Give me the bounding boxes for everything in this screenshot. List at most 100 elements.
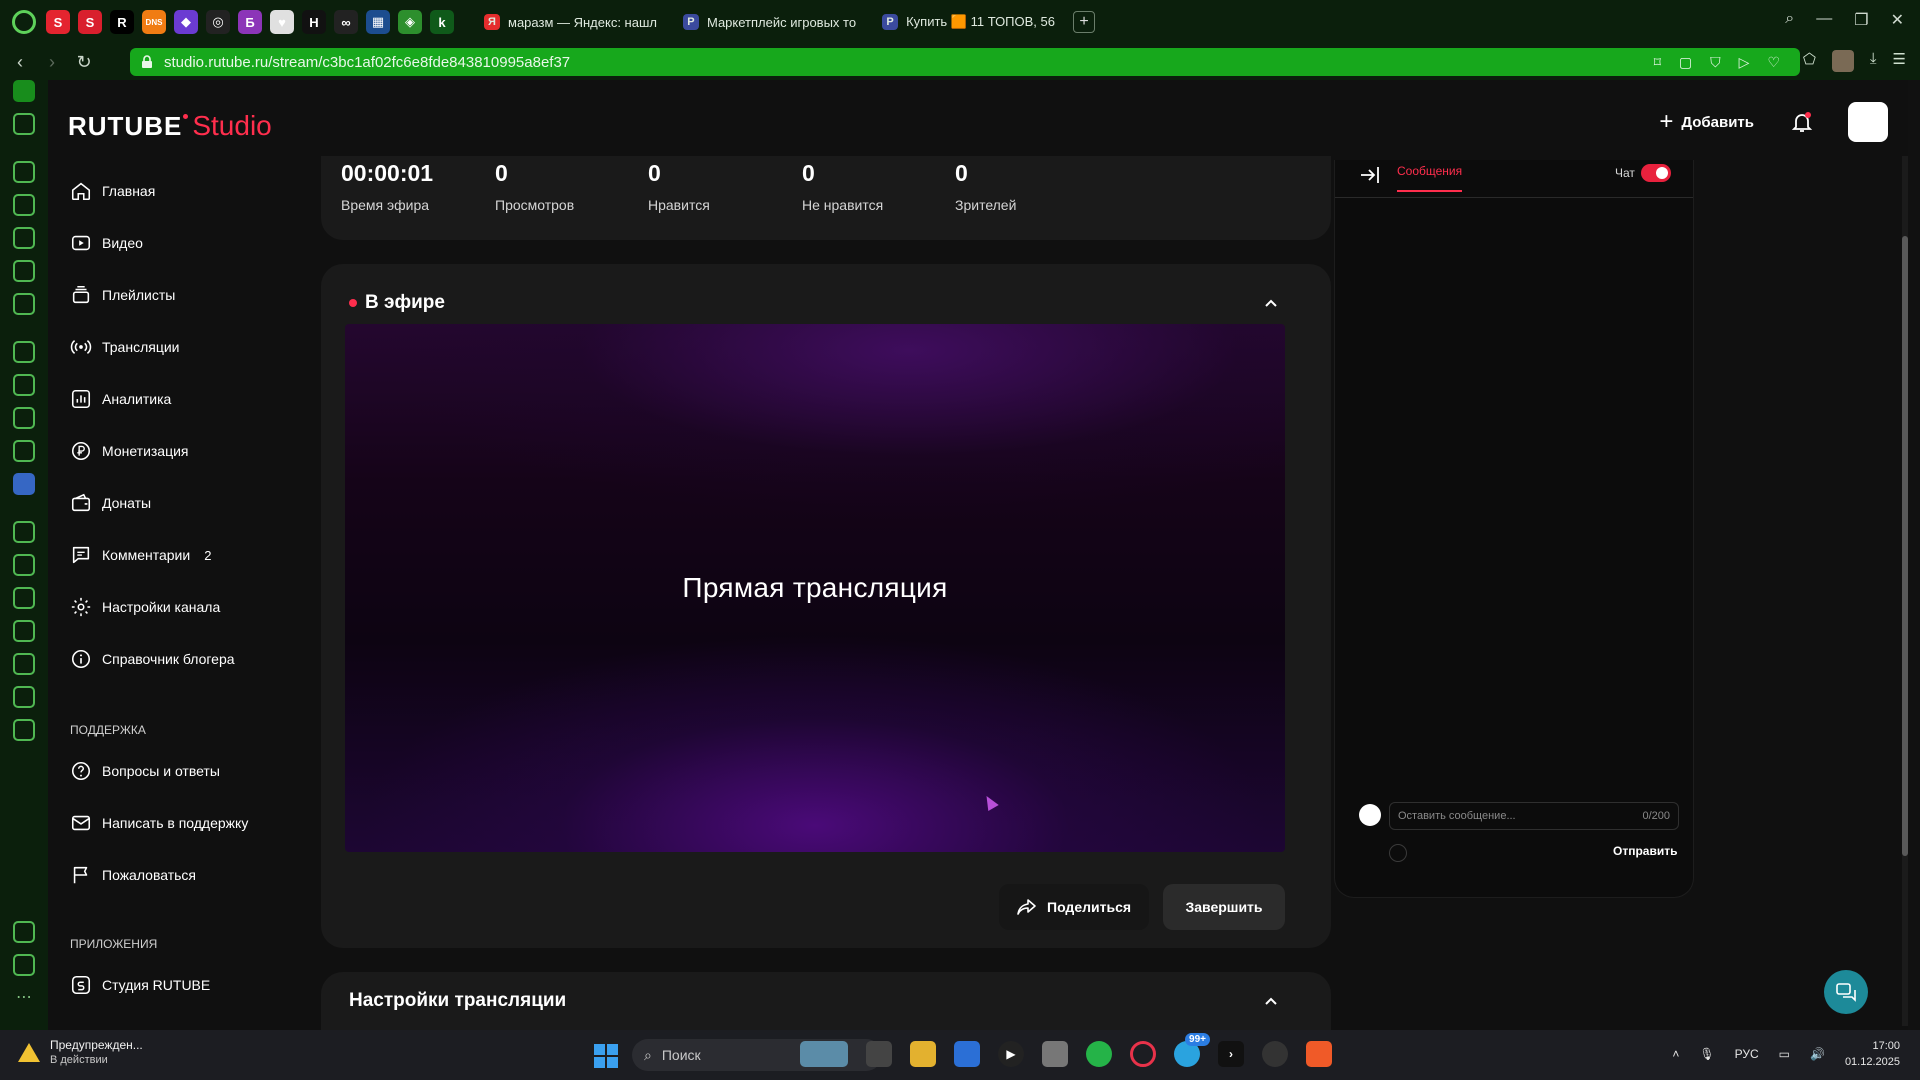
brave-icon[interactable] xyxy=(1306,1041,1332,1067)
s-red-icon[interactable]: S xyxy=(46,10,70,34)
scrollbar-thumb[interactable] xyxy=(1902,236,1908,856)
chat-toggle[interactable] xyxy=(1641,164,1671,182)
b-icon[interactable]: Б xyxy=(238,10,262,34)
whatsapp-icon[interactable] xyxy=(13,407,35,429)
language-indicator[interactable]: РУС xyxy=(1735,1047,1759,1061)
search-tabs-icon[interactable]: ⌕ xyxy=(1785,10,1794,30)
photos-icon[interactable] xyxy=(1042,1041,1068,1067)
more-icon[interactable]: ⋯ xyxy=(13,987,35,1009)
minimize-icon[interactable]: — xyxy=(1816,10,1832,30)
opera-taskbar-icon[interactable] xyxy=(1130,1041,1156,1067)
settings-title[interactable]: Настройки трансляции xyxy=(349,990,566,1012)
sidebar-item-mail[interactable]: Написать в поддержку xyxy=(48,797,278,849)
gx-icon[interactable] xyxy=(13,954,35,976)
chat-message-input[interactable]: Оставить сообщение... 0/200 xyxy=(1389,802,1679,830)
weather-alert[interactable]: Предупрежден... В действии xyxy=(18,1038,143,1066)
windows-start-icon[interactable] xyxy=(594,1044,618,1068)
browser-tab[interactable]: P Маркетплейс игровых то xyxy=(673,6,866,38)
twitch-like-icon[interactable] xyxy=(13,161,35,183)
menu-icon[interactable]: ☰ xyxy=(1893,50,1906,72)
dns-icon[interactable]: DNS xyxy=(142,10,166,34)
sidebar-item-playlist[interactable]: Плейлисты xyxy=(48,269,278,321)
send-message-button[interactable]: Отправить xyxy=(1613,844,1677,858)
url-field[interactable]: studio.rutube.ru/stream/c3bc1af02fc6e8fd… xyxy=(130,48,1800,76)
extensions-icon[interactable]: ⬠ xyxy=(1803,50,1816,72)
obs-icon[interactable] xyxy=(1262,1041,1288,1067)
task-view-icon[interactable] xyxy=(866,1041,892,1067)
bell-icon[interactable] xyxy=(1790,110,1814,134)
file-explorer-icon[interactable] xyxy=(910,1041,936,1067)
opera-home-icon[interactable] xyxy=(13,80,35,102)
page-scrollbar[interactable] xyxy=(1902,156,1908,1026)
chevron-up-tray-icon[interactable]: ˄ xyxy=(1672,1047,1679,1061)
boat-widget-icon[interactable] xyxy=(800,1041,848,1067)
dev-icon[interactable] xyxy=(13,921,35,943)
card-icon[interactable] xyxy=(13,620,35,642)
sidebar-item-analytics[interactable]: Аналитика xyxy=(48,373,278,425)
sidebar-item-studio-app[interactable]: Студия RUTUBE xyxy=(48,959,278,1011)
settings-side-icon[interactable] xyxy=(13,719,35,741)
chevron-up-icon[interactable] xyxy=(1263,296,1279,312)
rutube-studio-logo[interactable]: RUTUBE Studio xyxy=(68,110,272,142)
refresh-circle-icon[interactable] xyxy=(13,194,35,216)
robot-icon[interactable] xyxy=(13,227,35,249)
leaf-icon[interactable]: ◈ xyxy=(398,10,422,34)
sidebar-item-broadcast[interactable]: Трансляции xyxy=(48,321,278,373)
collapse-chat-icon[interactable] xyxy=(1359,164,1381,186)
infinity-icon[interactable]: ∞ xyxy=(334,10,358,34)
heart-shield-icon[interactable]: ♥ xyxy=(270,10,294,34)
heart-icon[interactable]: ♡ xyxy=(1767,54,1780,71)
browser-tab[interactable]: Ямаразм — Яндекс: нашл xyxy=(474,6,667,38)
support-chat-button[interactable] xyxy=(1824,970,1868,1014)
image-icon[interactable] xyxy=(13,260,35,282)
share-button[interactable]: Поделиться xyxy=(999,884,1150,930)
sidebar-item-video[interactable]: Видео xyxy=(48,217,278,269)
steam-icon[interactable]: ◎ xyxy=(206,10,230,34)
sidebar-item-wallet[interactable]: Донаты xyxy=(48,477,278,529)
profile-avatar[interactable] xyxy=(1831,50,1854,72)
game-icon[interactable] xyxy=(13,113,35,135)
vk-icon[interactable] xyxy=(13,473,35,495)
add-button[interactable]: + Добавить xyxy=(1659,108,1754,136)
download-icon[interactable]: ⤓ xyxy=(1870,50,1877,72)
tab-messages[interactable]: Сообщения xyxy=(1397,164,1463,192)
new-tab-button[interactable]: + xyxy=(1073,11,1095,33)
media-player-icon[interactable]: ▶ xyxy=(998,1041,1024,1067)
puzzle-side-icon[interactable] xyxy=(13,686,35,708)
sidebar-item-home[interactable]: Главная xyxy=(48,165,278,217)
history-icon[interactable] xyxy=(13,653,35,675)
sidebar-item-ruble[interactable]: Монетизация xyxy=(48,425,278,477)
back-icon[interactable]: ‹ xyxy=(8,52,32,73)
browser-tab[interactable]: P Купить 🟧 11 ТОПОВ, 56 xyxy=(872,6,1065,38)
forward-icon[interactable]: › xyxy=(40,52,64,73)
volume-icon[interactable]: 🔊 xyxy=(1810,1047,1825,1061)
store-icon[interactable] xyxy=(954,1041,980,1067)
r-icon[interactable]: R xyxy=(110,10,134,34)
whatsapp-taskbar-icon[interactable] xyxy=(1086,1041,1112,1067)
opera-logo-icon[interactable] xyxy=(12,10,36,34)
microphone-icon[interactable]: 🎙 xyxy=(1699,1047,1714,1061)
telegram-taskbar-icon[interactable]: 99+ xyxy=(1174,1033,1210,1067)
twitch-icon[interactable] xyxy=(13,374,35,396)
shield-icon[interactable]: ⛉ xyxy=(1710,54,1721,71)
grid-icon[interactable]: ▦ xyxy=(366,10,390,34)
send-icon[interactable] xyxy=(13,554,35,576)
close-icon[interactable]: ✕ xyxy=(1891,10,1904,30)
ai-icon[interactable] xyxy=(13,341,35,363)
play-icon[interactable]: ▷ xyxy=(1739,54,1750,71)
reload-icon[interactable]: ↻ xyxy=(72,52,96,73)
clock[interactable]: 17:00 01.12.2025 xyxy=(1845,1038,1900,1070)
chevron-up-icon[interactable] xyxy=(1263,994,1279,1010)
network-icon[interactable]: ▭ xyxy=(1779,1047,1790,1061)
sidebar-item-info[interactable]: Справочник блогера xyxy=(48,633,278,685)
emoji-icon[interactable] xyxy=(1389,844,1407,862)
h-icon[interactable]: H xyxy=(302,10,326,34)
sidebar-item-flag[interactable]: Пожаловаться xyxy=(48,849,278,901)
user-avatar[interactable] xyxy=(1848,102,1888,142)
sidebar-item-question[interactable]: Вопросы и ответы xyxy=(48,745,278,797)
m-icon[interactable] xyxy=(13,293,35,315)
finish-stream-button[interactable]: Завершить xyxy=(1163,884,1285,930)
sidebar-item-gear[interactable]: Настройки канала xyxy=(48,581,278,633)
bookmark-icon[interactable]: ⌑ xyxy=(1654,54,1661,71)
puzzle-icon[interactable]: ◆ xyxy=(174,10,198,34)
